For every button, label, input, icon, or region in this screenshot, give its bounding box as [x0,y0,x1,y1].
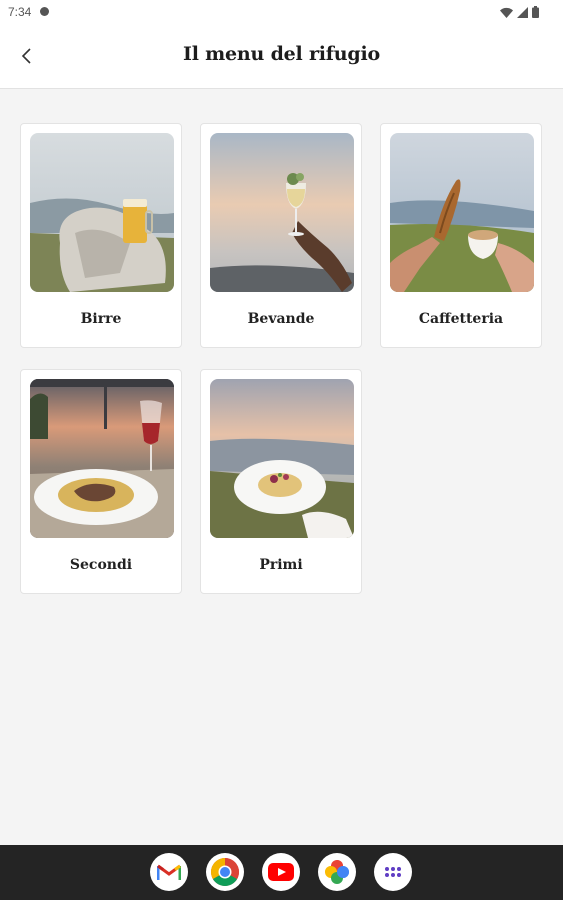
category-label: Caffetteria [418,311,504,327]
category-label: Primi [259,557,303,573]
chrome-icon[interactable] [206,853,244,891]
app-bar: Il menu del rifugio [0,24,563,89]
category-card-caffetteria[interactable]: Caffetteria [380,123,542,348]
category-photo [30,133,174,292]
signal-icon [517,6,528,18]
category-card-secondi[interactable]: Secondi [20,369,182,594]
status-time: 7:34 [8,5,32,19]
gmail-icon[interactable] [150,853,188,891]
notification-icon [40,7,49,16]
status-bar: 7:34 [0,0,563,24]
category-photo [30,379,174,538]
category-card-bevande[interactable]: Bevande [200,123,362,348]
page-title: Il menu del rifugio [183,43,380,65]
category-photo [210,379,354,538]
app-drawer-icon[interactable] [374,853,412,891]
category-label: Bevande [247,311,315,327]
category-photo [390,133,534,292]
category-card-primi[interactable]: Primi [200,369,362,594]
battery-icon [532,6,539,18]
category-label: Birre [80,311,122,327]
menu-grid: Birre Bevande Caffetteria Secondi Primi [0,89,563,844]
wifi-icon [500,7,513,18]
photos-icon[interactable] [318,853,356,891]
category-label: Secondi [69,557,133,573]
category-photo [210,133,354,292]
category-card-birre[interactable]: Birre [20,123,182,348]
dock-apps [150,853,412,891]
system-dock [0,845,563,900]
youtube-icon[interactable] [262,853,300,891]
